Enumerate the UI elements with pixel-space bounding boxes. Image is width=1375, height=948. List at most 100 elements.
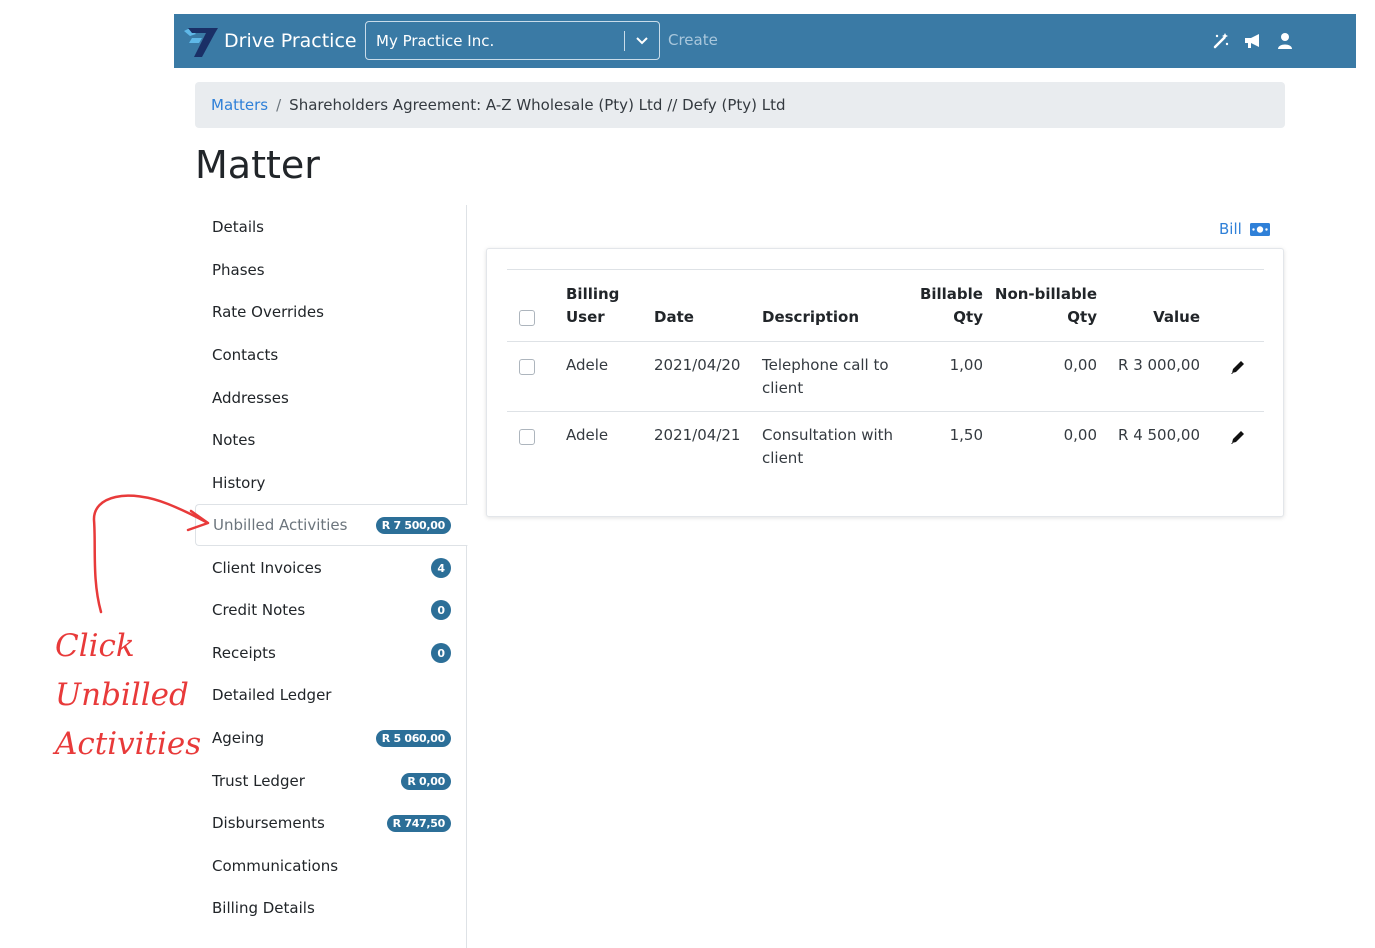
unbilled-activities-card: Billing User Date Description Billable Q… [486, 248, 1284, 517]
cell-description-line2: client [762, 379, 804, 397]
sidebar-item-credit-notes[interactable]: Credit Notes 0 [195, 590, 467, 630]
sidebar-item-notes[interactable]: Notes [195, 420, 467, 460]
sidebar-item-ageing[interactable]: Ageing R 5 060,00 [195, 718, 467, 758]
sidebar-item-details[interactable]: Details [195, 207, 467, 247]
sidebar-item-detailed-ledger[interactable]: Detailed Ledger [195, 675, 467, 715]
money-bill-icon [1249, 222, 1270, 236]
sidebar-item-label: Phases [212, 261, 265, 279]
table-row: Adele 2021/04/20 Telephone call to clien… [507, 342, 1264, 412]
breadcrumb-current: Shareholders Agreement: A-Z Wholesale (P… [289, 96, 786, 114]
count-badge: 0 [431, 600, 451, 620]
sidebar-item-label: Rate Overrides [212, 303, 324, 321]
col-billable-line2: Qty [953, 308, 983, 326]
brand[interactable]: Drive Practice [182, 24, 357, 58]
row-checkbox[interactable] [519, 429, 535, 445]
cell-value: R 3 000,00 [1118, 356, 1200, 374]
brand-name: Drive Practice [224, 30, 357, 52]
sidebar-item-label: Receipts [212, 644, 276, 662]
sidebar-item-phases[interactable]: Phases [195, 250, 467, 290]
cell-date: 2021/04/20 [654, 356, 741, 374]
sidebar-item-history[interactable]: History [195, 463, 467, 503]
col-value[interactable]: Value [1107, 306, 1200, 329]
col-nonbillable-qty[interactable]: Non-billable Qty [987, 283, 1097, 329]
col-nonbillable-line1: Non-billable [994, 285, 1097, 303]
cell-value: R 4 500,00 [1118, 426, 1200, 444]
col-billing-user-line2: User [566, 308, 605, 326]
sidebar-item-label: History [212, 474, 266, 492]
cell-billable-qty: 1,50 [949, 426, 983, 444]
col-billable-line1: Billable [919, 285, 983, 303]
sidebar-item-label: Ageing [212, 729, 265, 747]
bill-button[interactable]: Bill [1219, 220, 1270, 238]
table-header: Billing User Date Description Billable Q… [507, 270, 1264, 342]
breadcrumb-matters-link[interactable]: Matters [211, 96, 268, 114]
sidebar-item-communications[interactable]: Communications [195, 846, 467, 886]
bill-label: Bill [1219, 220, 1242, 238]
sidebar-item-label: Credit Notes [212, 601, 306, 619]
brand-logo-icon [184, 28, 218, 57]
unbilled-total-badge: R 7 500,00 [375, 516, 451, 534]
top-navbar: Drive Practice My Practice Inc. Create [174, 14, 1356, 68]
navbar-actions [1210, 30, 1296, 52]
sidebar-item-label: Details [212, 218, 265, 236]
amount-badge: R 747,50 [386, 814, 451, 832]
cell-description-line1: Telephone call to [762, 356, 889, 374]
user-icon[interactable] [1274, 30, 1296, 52]
sidebar-item-label: Addresses [212, 389, 289, 407]
cell-description: Consultation with client [762, 424, 893, 470]
amount-badge: R 5 060,00 [375, 729, 451, 747]
col-description[interactable]: Description [762, 306, 859, 329]
cell-description-line1: Consultation with [762, 426, 894, 444]
col-date[interactable]: Date [654, 306, 694, 329]
cell-user: Adele [566, 356, 609, 374]
matter-sidebar: Details Phases Rate Overrides Contacts A… [195, 205, 468, 948]
cell-description: Telephone call to client [762, 354, 889, 400]
annotation-arrow-icon [92, 494, 210, 614]
cell-user: Adele [566, 426, 609, 444]
pencil-icon[interactable] [1229, 428, 1247, 446]
amount-badge: R 0,00 [401, 772, 451, 790]
select-all-checkbox[interactable] [519, 310, 535, 326]
annotation-text: Click Unbilled Activities [55, 622, 201, 769]
breadcrumb: Matters / Shareholders Agreement: A-Z Wh… [195, 82, 1285, 128]
chevron-down-icon[interactable] [625, 36, 659, 45]
unbilled-activities-table: Billing User Date Description Billable Q… [507, 269, 1264, 482]
create-menu[interactable]: Create [668, 31, 718, 49]
magic-wand-icon[interactable] [1210, 30, 1232, 52]
row-checkbox[interactable] [519, 359, 535, 375]
cell-description-line2: client [762, 449, 804, 467]
sidebar-item-contacts[interactable]: Contacts [195, 335, 467, 375]
sidebar-item-label: Disbursements [212, 814, 325, 832]
sidebar-item-label: Detailed Ledger [212, 686, 332, 704]
sidebar-item-label: Unbilled Activities [213, 516, 348, 534]
sidebar-item-disbursements[interactable]: Disbursements R 747,50 [195, 803, 467, 843]
sidebar-item-rate-overrides[interactable]: Rate Overrides [195, 292, 467, 332]
practice-select-value: My Practice Inc. [376, 31, 495, 50]
cell-billable-qty: 1,00 [949, 356, 983, 374]
sidebar-item-label: Client Invoices [212, 559, 322, 577]
cell-nonbillable-qty: 0,00 [1063, 356, 1097, 374]
col-billing-user-line1: Billing [566, 285, 620, 303]
sidebar-item-unbilled-activities[interactable]: Unbilled Activities R 7 500,00 [195, 504, 468, 546]
annotation-line: Click [55, 628, 135, 664]
megaphone-icon[interactable] [1242, 30, 1264, 52]
count-badge: 4 [431, 558, 451, 578]
count-badge: 0 [431, 643, 451, 663]
col-billable-qty[interactable]: Billable Qty [903, 283, 983, 329]
col-nonbillable-line2: Qty [1067, 308, 1097, 326]
sidebar-item-trust-ledger[interactable]: Trust Ledger R 0,00 [195, 761, 467, 801]
sidebar-item-label: Notes [212, 431, 256, 449]
sidebar-item-client-invoices[interactable]: Client Invoices 4 [195, 548, 467, 588]
breadcrumb-separator: / [276, 96, 282, 114]
sidebar-item-addresses[interactable]: Addresses [195, 378, 467, 418]
practice-select[interactable]: My Practice Inc. [365, 21, 660, 60]
sidebar-item-receipts[interactable]: Receipts 0 [195, 633, 467, 673]
table-row: Adele 2021/04/21 Consultation with clien… [507, 412, 1264, 482]
cell-date: 2021/04/21 [654, 426, 741, 444]
sidebar-item-label: Communications [212, 857, 339, 875]
sidebar-item-label: Contacts [212, 346, 279, 364]
sidebar-item-billing-details[interactable]: Billing Details [195, 888, 467, 928]
sidebar-item-label: Trust Ledger [212, 772, 305, 790]
col-billing-user[interactable]: Billing User [566, 283, 619, 329]
pencil-icon[interactable] [1229, 358, 1247, 376]
